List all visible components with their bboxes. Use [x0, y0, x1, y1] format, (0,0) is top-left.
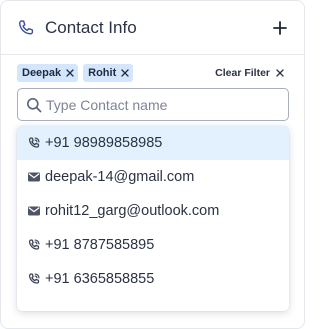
filter-chips: Deepak Rohit: [17, 64, 134, 82]
mail-icon: [28, 172, 40, 182]
close-icon: [276, 69, 284, 77]
contact-info-panel: Contact Info Deepak Rohit Clear Filter T…: [0, 0, 305, 329]
list-item[interactable]: +91 98989858985: [17, 126, 289, 160]
close-icon[interactable]: [121, 69, 129, 77]
item-text: +91 98989858985: [45, 135, 163, 151]
add-contact-button[interactable]: [269, 17, 291, 39]
list-item[interactable]: +91 8787585895: [17, 228, 289, 262]
contact-search: [17, 88, 289, 121]
filter-chip: Deepak: [17, 64, 79, 82]
mail-icon: [28, 206, 40, 216]
list-item[interactable]: +91 6365858855: [17, 262, 289, 296]
phone-icon: [28, 137, 40, 148]
clear-filter-label: Clear Filter: [215, 67, 270, 79]
item-text: +91 6365858855: [45, 271, 155, 287]
list-item[interactable]: rohit12_garg@outlook.com: [17, 194, 289, 228]
panel-title: Contact Info: [45, 18, 137, 37]
item-text: rohit12_garg@outlook.com: [45, 203, 220, 219]
search-icon: [27, 98, 42, 113]
clear-filter-button[interactable]: Clear Filter: [215, 66, 284, 80]
plus-icon: [273, 21, 287, 35]
panel-header: Contact Info: [1, 1, 304, 55]
phone-icon: [28, 273, 40, 284]
chip-label: Rohit: [88, 67, 117, 79]
filter-chip: Rohit: [83, 64, 134, 82]
list-item[interactable]: deepak-14@gmail.com: [17, 160, 289, 194]
phone-icon: [28, 239, 40, 250]
search-input[interactable]: [46, 89, 282, 120]
close-icon[interactable]: [66, 69, 74, 77]
item-text: +91 8787585895: [45, 237, 155, 253]
contact-dropdown: +91 98989858985 deepak-14@gmail.com rohi…: [17, 126, 289, 311]
chip-label: Deepak: [22, 67, 62, 79]
item-text: deepak-14@gmail.com: [45, 169, 195, 185]
phone-icon: [18, 20, 34, 35]
